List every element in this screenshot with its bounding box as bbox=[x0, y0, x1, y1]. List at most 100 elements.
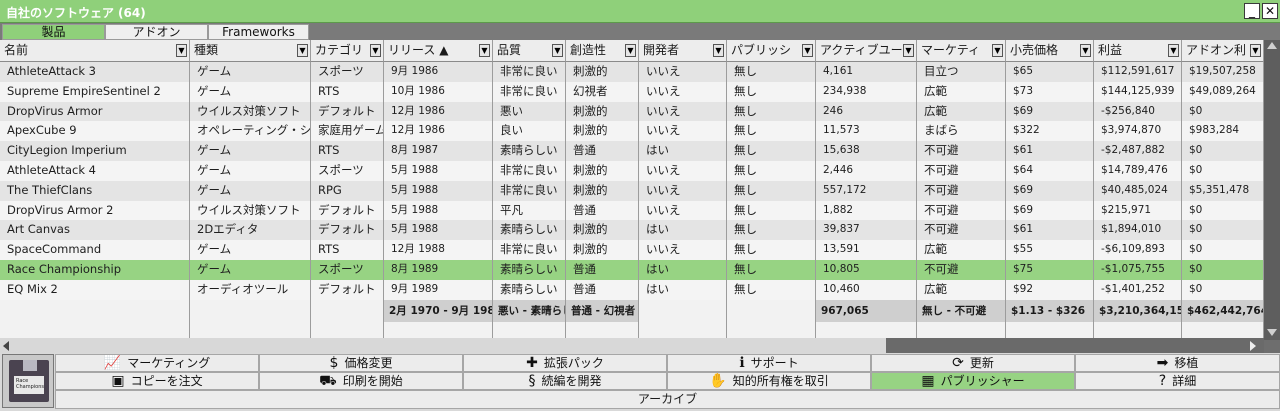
scroll-left-arrow-icon[interactable] bbox=[3, 341, 9, 351]
action-label: サポート bbox=[750, 356, 799, 370]
filter-dropdown-icon[interactable]: ▼ bbox=[297, 44, 308, 57]
column-header[interactable]: 開発者 ▼ bbox=[639, 40, 727, 62]
column-header-label: カテゴリ bbox=[315, 43, 364, 57]
dna-action-button[interactable]: § 続編を開発 bbox=[463, 372, 667, 390]
column-header[interactable]: 小売価格 ▼ bbox=[1006, 40, 1094, 62]
column-header[interactable]: アドオン利 ▼ bbox=[1182, 40, 1264, 62]
summary-cell bbox=[639, 300, 727, 322]
summary-cell: 悪い - 素晴らしい bbox=[493, 300, 566, 322]
column-header-label: 利益 bbox=[1098, 43, 1123, 57]
column-header[interactable]: 名前 ▼ bbox=[0, 40, 190, 62]
info-icon: ℹ bbox=[739, 355, 745, 371]
question-icon: ? bbox=[1158, 373, 1167, 389]
vertical-scrollbar[interactable] bbox=[1264, 40, 1280, 340]
summary-cell: $3,210,364,151 bbox=[1094, 300, 1182, 322]
scroll-up-arrow-icon[interactable] bbox=[1267, 42, 1277, 49]
window-title: 自社のソフトウェア (64) bbox=[6, 4, 146, 21]
column-header[interactable]: アクティブユー ▼ bbox=[816, 40, 917, 62]
column-divider bbox=[1094, 40, 1182, 340]
summary-cell: $462,442,764 bbox=[1182, 300, 1264, 322]
column-header[interactable]: カテゴリ ▼ bbox=[311, 40, 384, 62]
handshake-action-button[interactable]: ✋ 知的所有権を取引 bbox=[667, 372, 871, 390]
filter-dropdown-icon[interactable]: ▼ bbox=[625, 44, 636, 57]
close-button[interactable]: ✕ bbox=[1262, 3, 1278, 19]
filter-dropdown-icon[interactable]: ▼ bbox=[479, 44, 490, 57]
filter-dropdown-icon[interactable]: ▼ bbox=[1168, 44, 1179, 57]
column-divider bbox=[311, 40, 384, 340]
column-header[interactable]: マーケティ ▼ bbox=[917, 40, 1006, 62]
column-header-label: 名前 bbox=[4, 43, 29, 57]
title-bar[interactable]: 自社のソフトウェア (64) _ ✕ bbox=[0, 0, 1280, 23]
software-window: 自社のソフトウェア (64) _ ✕ 製品 アドオン Frameworks Ath… bbox=[0, 0, 1280, 411]
chart-action-button[interactable]: 📈 マーケティング bbox=[55, 354, 259, 372]
box-action-button[interactable]: ▣ コピーを注文 bbox=[55, 372, 259, 390]
scroll-down-arrow-icon[interactable] bbox=[1267, 329, 1277, 336]
summary-row: 2月 1970 - 9月 1989悪い - 素晴らしい普通 - 幻視者 967,0… bbox=[0, 300, 1264, 322]
puzzle-action-button[interactable]: ✚ 拡張パック bbox=[463, 354, 667, 372]
action-label: 続編を開発 bbox=[541, 374, 602, 388]
refresh-action-button[interactable]: ⟳ 更新 bbox=[871, 354, 1075, 372]
column-divider bbox=[190, 40, 311, 340]
archive-button[interactable]: アーカイブ bbox=[55, 390, 1280, 409]
arrow-right-action-button[interactable]: ➡ 移植 bbox=[1075, 354, 1280, 372]
info-action-button[interactable]: ℹ サポート bbox=[667, 354, 871, 372]
filter-dropdown-icon[interactable]: ▼ bbox=[903, 44, 914, 57]
disk-shutter bbox=[23, 360, 37, 371]
filter-dropdown-icon[interactable]: ▼ bbox=[1250, 44, 1261, 57]
tab-addons[interactable]: アドオン bbox=[105, 24, 208, 40]
minimize-button[interactable]: _ bbox=[1244, 3, 1260, 19]
column-header-label: アドオン利 bbox=[1186, 43, 1247, 57]
summary-cell bbox=[311, 300, 384, 322]
dollar-action-button[interactable]: $ 価格変更 bbox=[259, 354, 463, 372]
column-header-label: 種類 bbox=[194, 43, 219, 57]
column-header-label: 品質 bbox=[497, 43, 522, 57]
column-header[interactable]: リリース ▲ ▼ bbox=[384, 40, 493, 62]
column-header-label: マーケティ bbox=[921, 43, 981, 57]
column-divider bbox=[639, 40, 727, 340]
summary-cell: 2月 1970 - 9月 1989 bbox=[384, 300, 493, 322]
summary-cell bbox=[0, 300, 190, 322]
filter-dropdown-icon[interactable]: ▼ bbox=[802, 44, 813, 57]
filter-dropdown-icon[interactable]: ▼ bbox=[176, 44, 187, 57]
filter-dropdown-icon[interactable]: ▼ bbox=[370, 44, 381, 57]
truck-action-button[interactable]: ⛟ 印刷を開始 bbox=[259, 372, 463, 390]
column-divider bbox=[816, 40, 917, 340]
tab-bar: 製品 アドオン Frameworks bbox=[0, 23, 1280, 40]
summary-cell: 967,065 bbox=[816, 300, 917, 322]
disk-label: Race Championship bbox=[14, 376, 44, 394]
box-icon: ▣ bbox=[111, 373, 125, 389]
filter-dropdown-icon[interactable]: ▼ bbox=[552, 44, 563, 57]
column-header[interactable]: 利益 ▼ bbox=[1094, 40, 1182, 62]
column-divider bbox=[1182, 40, 1264, 340]
tab-products[interactable]: 製品 bbox=[2, 24, 105, 40]
filter-dropdown-icon[interactable]: ▼ bbox=[992, 44, 1003, 57]
column-header[interactable]: 創造性 ▼ bbox=[566, 40, 639, 62]
column-header-label: パブリッシ bbox=[731, 43, 792, 57]
question-action-button[interactable]: ? 詳細 bbox=[1075, 372, 1280, 390]
building-action-button[interactable]: ▦ パブリッシャー bbox=[871, 372, 1075, 390]
puzzle-icon: ✚ bbox=[526, 355, 538, 371]
chart-icon: 📈 bbox=[103, 355, 122, 371]
action-label: 印刷を開始 bbox=[342, 374, 403, 388]
tab-frameworks[interactable]: Frameworks bbox=[208, 24, 309, 40]
column-header[interactable]: 種類 ▼ bbox=[190, 40, 311, 62]
software-table: AthleteAttack 3 ゲーム スポーツ 9月 1986 非常に良い 刺激的 いいえ… bbox=[0, 40, 1264, 340]
action-label: 価格変更 bbox=[344, 356, 393, 370]
building-icon: ▦ bbox=[921, 373, 935, 389]
floppy-disk-icon: Race Championship bbox=[9, 360, 49, 402]
scroll-right-arrow-icon[interactable] bbox=[1250, 341, 1256, 351]
arrow-right-icon: ➡ bbox=[1156, 355, 1169, 371]
column-header[interactable]: パブリッシ ▼ bbox=[727, 40, 816, 62]
column-divider bbox=[0, 40, 190, 340]
column-divider bbox=[493, 40, 566, 340]
action-label: コピーを注文 bbox=[130, 374, 203, 388]
window-title-label: 自社のソフトウェア bbox=[6, 6, 115, 20]
horizontal-scrollbar[interactable] bbox=[0, 338, 1264, 353]
column-divider bbox=[917, 40, 1006, 340]
horizontal-scroll-thumb[interactable] bbox=[886, 338, 1264, 353]
filter-dropdown-icon[interactable]: ▼ bbox=[713, 44, 724, 57]
filter-dropdown-icon[interactable]: ▼ bbox=[1080, 44, 1091, 57]
action-label: マーケティング bbox=[127, 356, 211, 370]
software-count: (64) bbox=[118, 6, 146, 20]
column-header[interactable]: 品質 ▼ bbox=[493, 40, 566, 62]
